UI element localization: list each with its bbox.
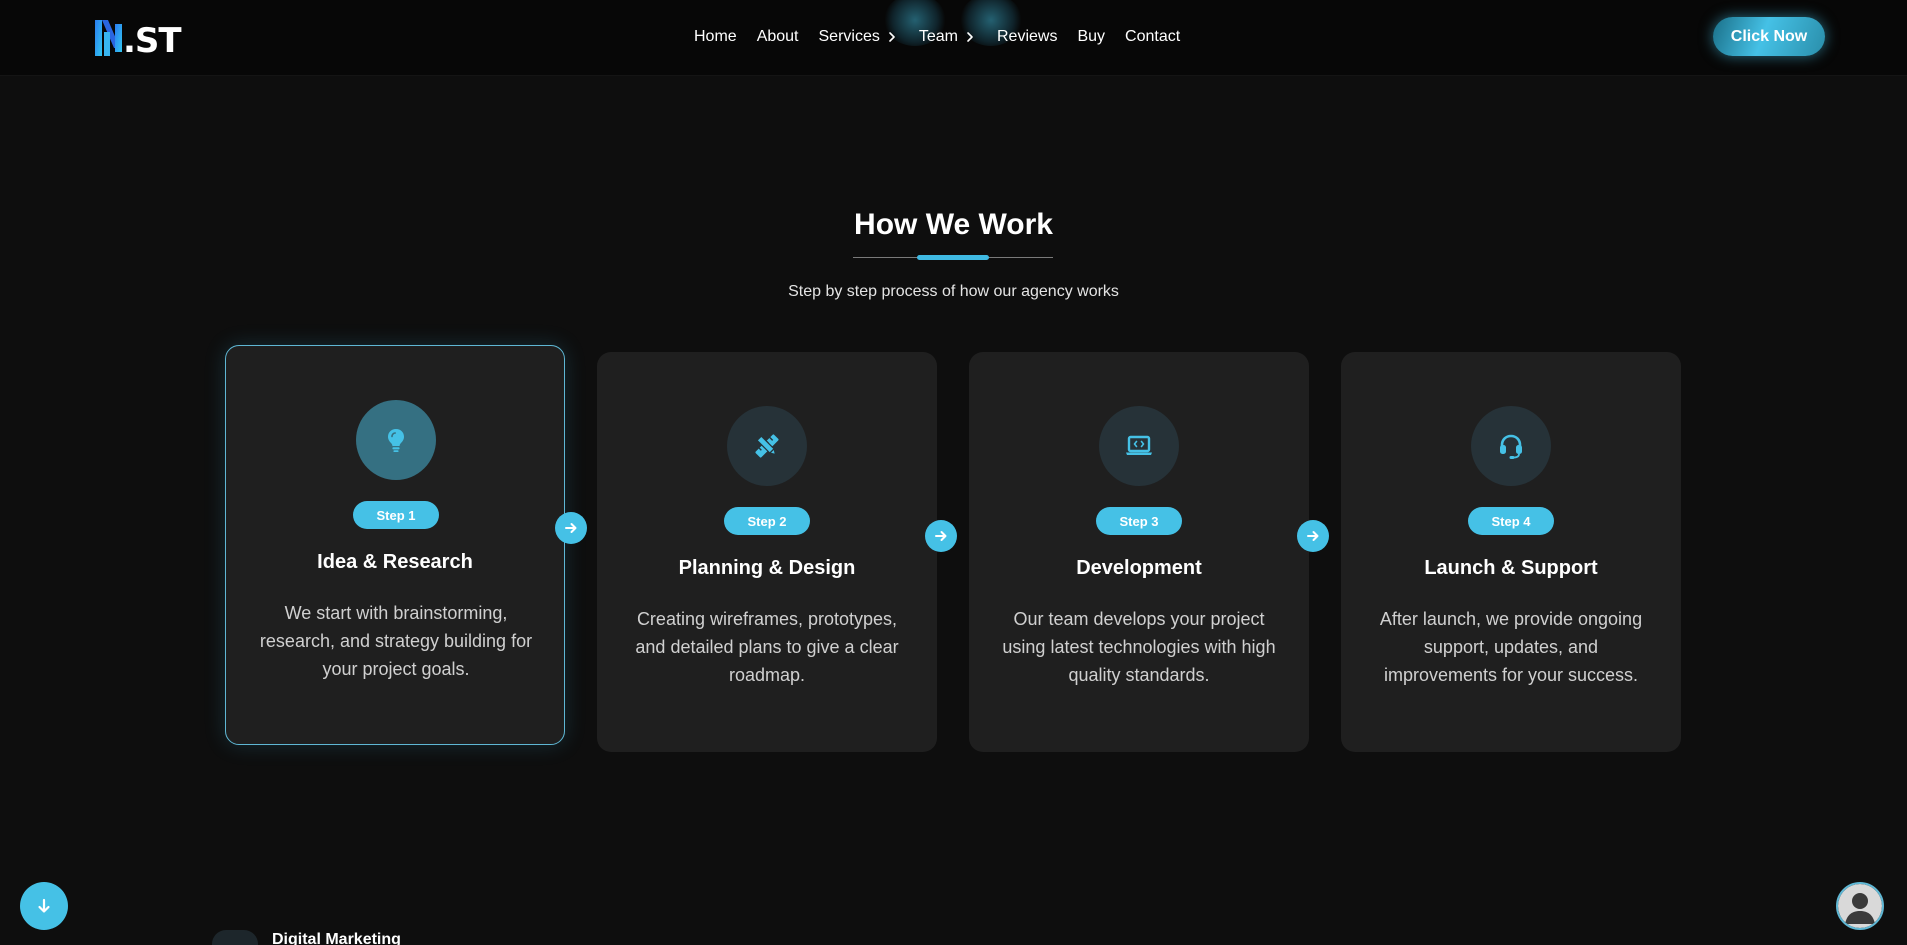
step-card-1[interactable]: Step 1 Idea & Research We start with bra…: [225, 345, 565, 745]
step-title: Development: [1076, 557, 1202, 579]
arrow-right-icon: [565, 523, 577, 533]
next-section-label: Digital Marketing: [272, 931, 401, 945]
laptop-code-icon: [1126, 435, 1152, 455]
scroll-down-button[interactable]: [20, 882, 68, 930]
next-step-arrow[interactable]: [555, 512, 587, 544]
step-title: Launch & Support: [1424, 557, 1598, 579]
step-card-4[interactable]: Step 4 Launch & Support After launch, we…: [1341, 352, 1681, 752]
step-card-2[interactable]: Step 2 Planning & Design Creating wirefr…: [597, 352, 937, 752]
user-icon: [1838, 884, 1882, 928]
nav-services-label: Services: [818, 28, 880, 45]
section-title: How We Work: [854, 208, 1053, 241]
nav-about-label: About: [756, 28, 799, 45]
main-nav: Home About Services Team Reviews Buy Con…: [694, 24, 1200, 50]
nav-team-label: Team: [918, 28, 958, 45]
avatar[interactable]: [1836, 882, 1884, 930]
logo-text: .ST: [123, 21, 182, 61]
title-accent-bar: [917, 255, 989, 260]
nav-services[interactable]: Services: [819, 28, 899, 46]
nav-contact-label: Contact: [1125, 28, 1181, 45]
step-icon-circle: [1471, 406, 1551, 486]
pencil-ruler-icon: [755, 434, 779, 458]
step-icon-circle: [727, 406, 807, 486]
step-description: Our team develops your project using lat…: [1002, 609, 1276, 685]
step-title: Planning & Design: [678, 557, 856, 579]
nav-reviews-label: Reviews: [996, 28, 1058, 45]
chevron-right-icon: [889, 32, 895, 42]
step-icon-circle: [356, 400, 436, 480]
logo-mark-icon: [95, 20, 122, 56]
step-description: Creating wireframes, prototypes, and det…: [635, 609, 899, 685]
nav-buy-label: Buy: [1077, 28, 1106, 45]
step-badge: Step 4: [1468, 507, 1554, 535]
nav-contact[interactable]: Contact: [1125, 28, 1180, 46]
click-now-button[interactable]: Click Now: [1713, 17, 1825, 56]
arrow-right-icon: [1307, 531, 1319, 541]
step-title: Idea & Research: [317, 551, 473, 573]
step-badge: Step 1: [353, 501, 439, 529]
next-section-preview: Digital Marketing: [212, 930, 401, 945]
next-step-arrow[interactable]: [1297, 520, 1329, 552]
nav-home[interactable]: Home: [694, 28, 737, 46]
step-description: After launch, we provide ongoing support…: [1379, 609, 1643, 685]
page: .ST Home About Services Team Reviews Buy: [0, 0, 1907, 945]
step-badge: Step 3: [1096, 507, 1182, 535]
step-badge: Step 2: [724, 507, 810, 535]
chevron-right-icon: [967, 32, 973, 42]
arrow-down-icon: [38, 898, 50, 913]
headset-icon: [1500, 434, 1522, 459]
nav-reviews[interactable]: Reviews: [997, 28, 1057, 46]
step-icon-circle: [1099, 406, 1179, 486]
next-step-arrow[interactable]: [925, 520, 957, 552]
section-subtitle: Step by step process of how our agency w…: [788, 283, 1119, 300]
logo[interactable]: .ST: [93, 16, 182, 61]
step-card-3[interactable]: Step 3 Development Our team develops you…: [969, 352, 1309, 752]
site-header: .ST Home About Services Team Reviews Buy: [0, 0, 1907, 76]
nav-team[interactable]: Team: [919, 28, 977, 46]
arrow-right-icon: [935, 531, 947, 541]
step-description: We start with brainstorming, research, a…: [259, 603, 533, 679]
nav-about[interactable]: About: [757, 28, 799, 46]
service-icon: [212, 930, 258, 945]
lightbulb-icon: [388, 429, 404, 452]
nav-home-label: Home: [694, 28, 737, 45]
nav-buy[interactable]: Buy: [1077, 28, 1105, 46]
